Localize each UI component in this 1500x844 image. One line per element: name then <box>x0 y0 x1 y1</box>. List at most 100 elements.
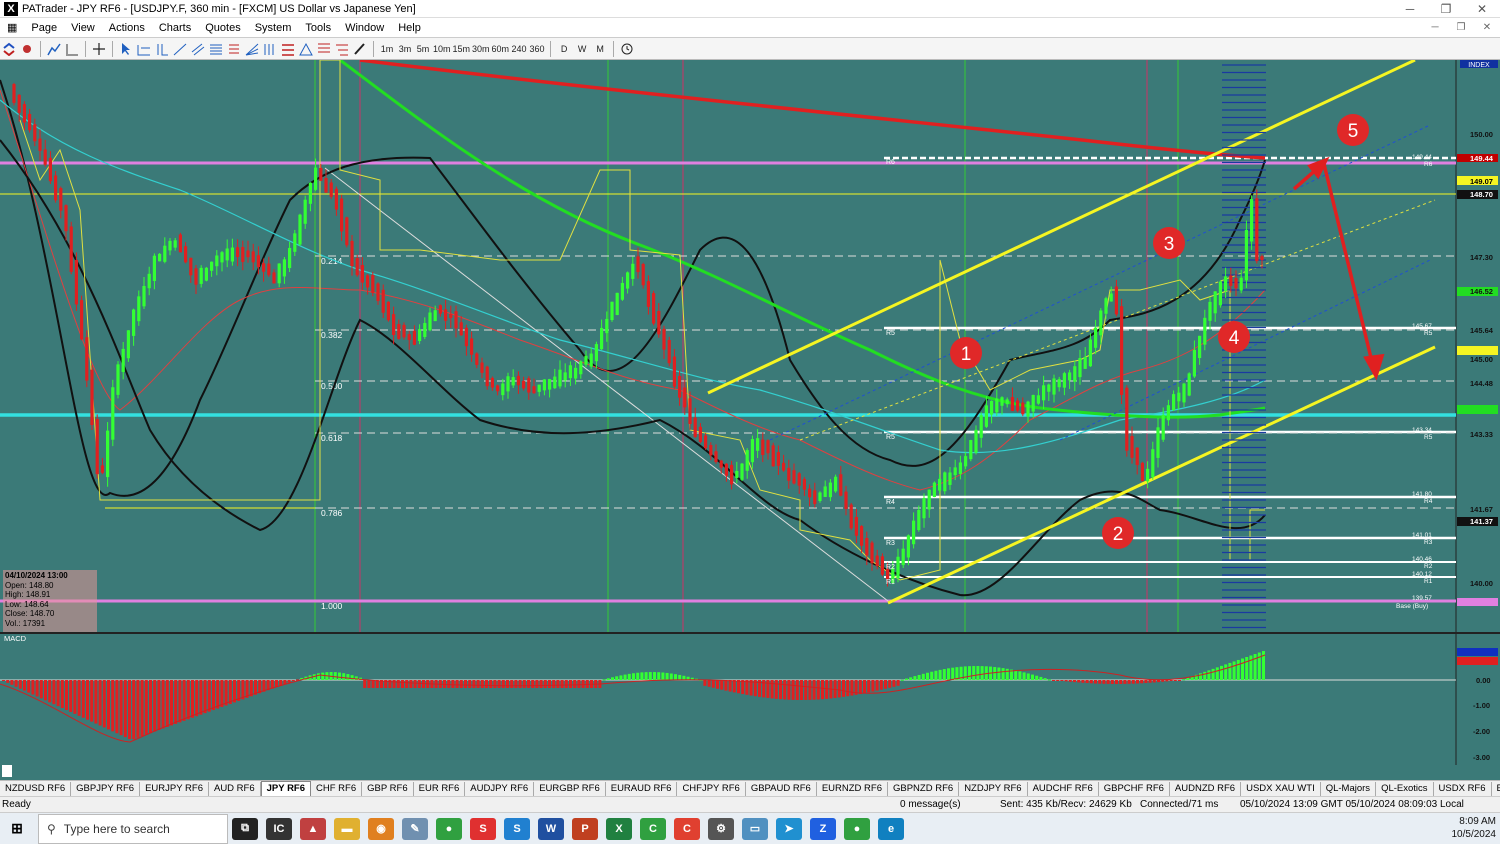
powerpoint-icon[interactable]: P <box>572 817 598 840</box>
telegram-icon[interactable]: ➤ <box>776 817 802 840</box>
channel-tool-icon[interactable] <box>190 40 206 58</box>
task-view-icon[interactable]: ⧉ <box>232 817 258 840</box>
symbol-tab[interactable]: EURGBP RF6 <box>534 781 606 796</box>
symbol-tab[interactable]: GBP RF6 <box>362 781 414 796</box>
symbol-tab[interactable]: GBPNZD RF6 <box>888 781 960 796</box>
crosshair-icon[interactable] <box>91 40 107 58</box>
order-icon[interactable] <box>19 40 35 58</box>
taskbar-clock[interactable]: 8:09 AM 10/5/2024 <box>1452 815 1497 841</box>
app-pen-icon[interactable]: ✎ <box>402 817 428 840</box>
excel-icon[interactable]: X <box>606 817 632 840</box>
app-window-icon[interactable]: ▭ <box>742 817 768 840</box>
tf-360[interactable]: 360 <box>529 40 545 58</box>
hline-tool-icon[interactable] <box>136 40 152 58</box>
fib-extension-icon[interactable] <box>334 40 350 58</box>
zoom-icon[interactable] <box>64 40 80 58</box>
trendline-tool-icon[interactable] <box>172 40 188 58</box>
mdi-close-button[interactable]: ✕ <box>1474 20 1500 36</box>
mdi-restore-button[interactable]: ❐ <box>1448 20 1474 36</box>
symbol-tab[interactable]: EURJPY RF6 <box>140 781 209 796</box>
pen-tool-icon[interactable] <box>352 40 368 58</box>
tf-d[interactable]: D <box>556 40 572 58</box>
menu-app-icon[interactable]: ▦ <box>0 18 24 38</box>
app-c-red-icon[interactable]: C <box>674 817 700 840</box>
symbol-tab[interactable]: EURNZD RF6 <box>817 781 888 796</box>
tf-m[interactable]: M <box>592 40 608 58</box>
symbol-tab[interactable]: GBPAUD RF6 <box>746 781 817 796</box>
status-messages[interactable]: 0 message(s) <box>900 799 1000 810</box>
menu-charts[interactable]: Charts <box>152 18 198 38</box>
triangle-tool-icon[interactable] <box>298 40 314 58</box>
app-s-red-icon[interactable]: S <box>470 817 496 840</box>
symbol-tab[interactable]: QL-Exotics <box>1376 781 1434 796</box>
tf-10m[interactable]: 10m <box>433 40 451 58</box>
symbol-tab[interactable]: JPY RF6 <box>260 781 312 796</box>
scroll-box[interactable] <box>2 765 12 777</box>
price-chart[interactable]: INDEX 0.214 0.382 0.500 0.618 0.786 1.00… <box>0 60 1500 780</box>
menu-actions[interactable]: Actions <box>102 18 152 38</box>
menu-quotes[interactable]: Quotes <box>198 18 247 38</box>
symbol-tab[interactable]: AUD RF6 <box>209 781 261 796</box>
symbol-tab[interactable]: EURAUD RF6 <box>606 781 678 796</box>
menu-view[interactable]: View <box>64 18 102 38</box>
buy-sell-icon[interactable] <box>1 40 17 58</box>
gann-tool-icon[interactable] <box>262 40 278 58</box>
close-button[interactable]: ✕ <box>1464 0 1500 18</box>
symbol-tab[interactable]: CHF RF6 <box>311 781 363 796</box>
minimize-button[interactable]: ─ <box>1392 0 1428 18</box>
app-c-green-icon[interactable]: C <box>640 817 666 840</box>
symbol-tab[interactable]: AUDCHF RF6 <box>1028 781 1099 796</box>
patrader-icon[interactable]: IC <box>266 817 292 840</box>
windows-start-icon[interactable]: ⊞ <box>4 818 30 840</box>
chrome-2-icon[interactable]: ● <box>844 817 870 840</box>
menu-tools[interactable]: Tools <box>298 18 338 38</box>
symbol-tab[interactable]: USDX XAU WTI <box>1241 781 1321 796</box>
fib-retracement-icon[interactable] <box>316 40 332 58</box>
menu-window[interactable]: Window <box>338 18 391 38</box>
symbol-tab[interactable]: AUDJPY RF6 <box>465 781 535 796</box>
symbol-tab[interactable]: CHFJPY RF6 <box>677 781 746 796</box>
tf-60m[interactable]: 60m <box>492 40 510 58</box>
tf-w[interactable]: W <box>574 40 590 58</box>
settings-icon[interactable]: ⚙ <box>708 817 734 840</box>
taskbar-search[interactable]: ⚲ Type here to search <box>38 813 228 844</box>
menu-page[interactable]: Page <box>24 18 64 38</box>
symbol-tab[interactable]: USDX RF6 <box>1434 781 1492 796</box>
symbol-tab[interactable]: EUR RF6 <box>414 781 466 796</box>
clock-icon[interactable] <box>619 40 635 58</box>
tf-30m[interactable]: 30m <box>472 40 490 58</box>
menu-help[interactable]: Help <box>391 18 428 38</box>
maximize-button[interactable]: ❐ <box>1428 0 1464 18</box>
symbol-tab[interactable]: AUDNZD RF6 <box>1170 781 1242 796</box>
symbol-tab[interactable]: GBPCHF RF6 <box>1099 781 1170 796</box>
tf-3m[interactable]: 3m <box>397 40 413 58</box>
app-s-blue-icon[interactable]: S <box>504 817 530 840</box>
symbol-tab[interactable]: Bitcoin <box>1492 782 1500 796</box>
mdi-minimize-button[interactable]: ─ <box>1422 20 1448 36</box>
fan-tool-icon[interactable] <box>244 40 260 58</box>
word-icon[interactable]: W <box>538 817 564 840</box>
fibonacci-tool-icon[interactable] <box>208 40 224 58</box>
file-explorer-icon[interactable]: ▬ <box>334 817 360 840</box>
chart-area[interactable]: INDEX 0.214 0.382 0.500 0.618 0.786 1.00… <box>0 60 1500 780</box>
vline-tool-icon[interactable] <box>154 40 170 58</box>
app-orange-icon[interactable]: ◉ <box>368 817 394 840</box>
symbol-tab[interactable]: QL-Majors <box>1321 781 1377 796</box>
symbol-tab[interactable]: GBPJPY RF6 <box>71 781 141 796</box>
tf-240[interactable]: 240 <box>511 40 527 58</box>
chart-icon[interactable] <box>46 40 62 58</box>
pivot-tool-icon[interactable] <box>226 40 242 58</box>
levels-tool-icon[interactable] <box>280 40 296 58</box>
symbol-tab[interactable]: NZDUSD RF6 <box>0 781 72 796</box>
tf-15m[interactable]: 15m <box>453 40 471 58</box>
chart-app-icon[interactable]: ▲ <box>300 817 326 840</box>
tf-1m[interactable]: 1m <box>379 40 395 58</box>
edge-icon[interactable]: e <box>878 817 904 840</box>
menu-system[interactable]: System <box>248 18 299 38</box>
pointer-icon[interactable] <box>118 40 134 58</box>
tf-5m[interactable]: 5m <box>415 40 431 58</box>
symbol-tab[interactable]: NZDJPY RF6 <box>959 781 1028 796</box>
candle-body <box>1161 414 1165 440</box>
chrome-icon[interactable]: ● <box>436 817 462 840</box>
zoom-icon[interactable]: Z <box>810 817 836 840</box>
